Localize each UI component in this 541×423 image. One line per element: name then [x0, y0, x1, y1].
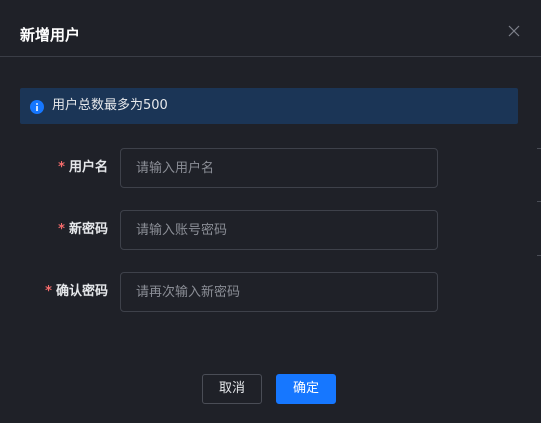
- form-row-username: * 用户名: [0, 148, 541, 188]
- required-mark: *: [58, 222, 65, 237]
- form-row-new-password: * 新密码: [0, 210, 541, 250]
- username-label: * 用户名: [58, 158, 108, 178]
- username-label-text: 用户名: [68, 160, 108, 175]
- edge-divider: [537, 255, 541, 256]
- edge-divider: [537, 201, 541, 202]
- alert-text: 用户总数最多为500: [52, 98, 168, 113]
- confirm-button[interactable]: 确定: [276, 374, 336, 404]
- info-alert: 用户总数最多为500: [20, 88, 518, 124]
- new-password-label-text: 新密码: [68, 222, 108, 237]
- new-password-input[interactable]: [120, 210, 438, 250]
- add-user-dialog: 新增用户 用户总数最多为500 *用户名 *新密码: [0, 0, 541, 423]
- info-icon: [30, 99, 44, 114]
- new-password-label: * 新密码: [58, 220, 108, 240]
- required-mark: *: [45, 284, 52, 299]
- username-input[interactable]: [120, 148, 438, 188]
- confirm-password-input[interactable]: [120, 272, 438, 312]
- cancel-button[interactable]: 取消: [202, 374, 262, 404]
- required-mark: *: [58, 160, 65, 175]
- confirm-password-label: * 确认密码: [45, 282, 108, 302]
- confirm-password-label-text: 确认密码: [55, 284, 108, 299]
- close-icon[interactable]: [507, 23, 521, 37]
- dialog-title: 新增用户: [20, 26, 81, 44]
- dialog-header: 新增用户: [0, 0, 541, 57]
- form-row-confirm-password: * 确认密码: [0, 272, 541, 312]
